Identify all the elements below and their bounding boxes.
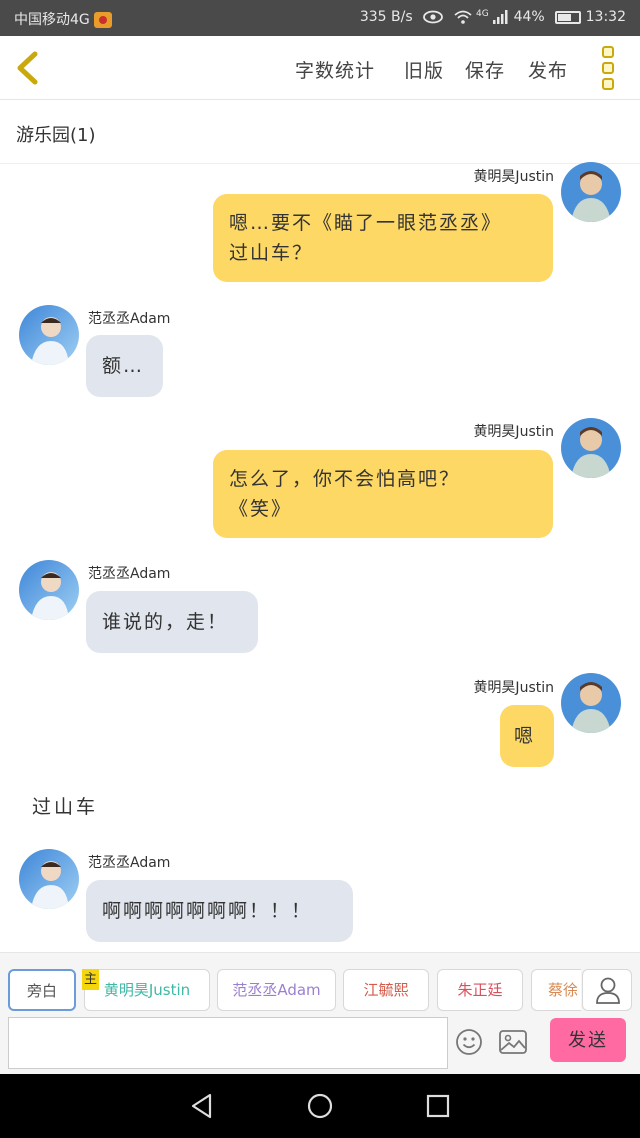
message-bubble: 嗯 — [500, 705, 554, 767]
group-title-bar[interactable]: 游乐园(1) — [0, 100, 640, 164]
nav-recents-icon[interactable] — [425, 1093, 451, 1119]
person-icon[interactable] — [582, 969, 632, 1011]
message-bubble: 额… — [86, 335, 163, 397]
app-header: 字数统计 旧版 保存 发布 — [0, 36, 640, 100]
message-bubble: 怎么了，你不会怕高吧？ 《笑》 — [213, 450, 553, 538]
sender-name: 黄明昊Justin — [473, 424, 554, 440]
role-chip-label: 黄明昊Justin — [103, 981, 191, 999]
message-line: 嗯…要不《瞄了一眼范丞丞》 — [229, 212, 503, 234]
role-chip-label: 旁白 — [26, 982, 57, 1000]
role-chip-jiang-yuxi[interactable]: 江毓熙 — [343, 969, 429, 1011]
sender-name: 范丞丞Adam — [88, 566, 171, 582]
network-speed: 335 B/s — [359, 9, 413, 25]
wifi-icon — [453, 10, 472, 24]
role-chip-cai-xu[interactable]: 蔡徐 — [531, 969, 581, 1011]
message-line: 谁说的，走！ — [102, 611, 229, 633]
message-line: 怎么了，你不会怕高吧？ — [229, 468, 461, 490]
status-left: 中国移动4G — [14, 9, 112, 29]
back-arrow-icon[interactable] — [8, 48, 48, 88]
eye-icon — [423, 10, 443, 24]
network-type: 4G — [476, 9, 489, 19]
sender-name: 范丞丞Adam — [88, 855, 171, 871]
message-bubble: 啊啊啊啊啊啊啊！！！ — [86, 880, 353, 942]
message-line: 《笑》 — [229, 498, 293, 520]
battery-percent: 44% — [513, 9, 545, 25]
message-bubble: 嗯…要不《瞄了一眼范丞丞》 过山车？ — [213, 194, 553, 282]
narration-text: 过山车 — [32, 796, 99, 818]
word-count-button[interactable]: 字数统计 — [295, 56, 375, 83]
role-chip-label: 江毓熙 — [363, 981, 409, 999]
battery-icon — [555, 10, 582, 24]
group-title: 游乐园(1) — [16, 125, 96, 146]
carrier-text: 中国移动4G — [14, 12, 90, 28]
weibo-icon — [93, 12, 112, 28]
role-chip-label: 蔡徐 — [548, 981, 579, 999]
message-input[interactable] — [8, 1017, 448, 1069]
image-icon[interactable] — [498, 1028, 528, 1056]
signal-icon — [493, 10, 508, 24]
sender-name: 黄明昊Justin — [473, 169, 554, 185]
publish-button[interactable]: 发布 — [528, 56, 568, 83]
message-line: 额… — [102, 355, 145, 377]
role-chip-huang-minghao[interactable]: 黄明昊Justin — [84, 969, 210, 1011]
message-line: 过山车？ — [229, 242, 314, 264]
more-menu-icon[interactable] — [596, 46, 622, 90]
emoji-icon[interactable] — [455, 1028, 483, 1056]
system-nav-bar — [0, 1074, 640, 1138]
main-role-tag: 主 — [82, 969, 99, 990]
message-bubble: 谁说的，走！ — [86, 591, 258, 653]
save-button[interactable]: 保存 — [465, 56, 505, 83]
avatar[interactable] — [561, 673, 621, 733]
role-chip-label: 朱正廷 — [457, 981, 503, 999]
message-line: 啊啊啊啊啊啊啊！！！ — [102, 900, 313, 922]
nav-back-icon[interactable] — [188, 1092, 216, 1120]
avatar[interactable] — [561, 418, 621, 478]
clock: 13:32 — [585, 9, 626, 25]
role-chip-narrator[interactable]: 旁白 — [8, 969, 76, 1011]
sender-name: 范丞丞Adam — [88, 311, 171, 327]
avatar[interactable] — [19, 560, 79, 620]
nav-home-icon[interactable] — [306, 1092, 334, 1120]
avatar[interactable] — [561, 162, 621, 222]
avatar[interactable] — [19, 849, 79, 909]
status-bar: 中国移动4G 335 B/s 4G 44% 13:32 — [0, 0, 640, 36]
role-chip-label: 范丞丞Adam — [232, 981, 321, 999]
role-chip-zhu-zhengting[interactable]: 朱正廷 — [437, 969, 523, 1011]
send-button[interactable]: 发送 — [550, 1018, 626, 1062]
avatar[interactable] — [19, 305, 79, 365]
old-version-button[interactable]: 旧版 — [404, 56, 444, 83]
role-chip-fan-chengcheng[interactable]: 范丞丞Adam — [217, 969, 336, 1011]
role-selector-bar: 旁白 黄明昊Justin 主 范丞丞Adam 江毓熙 朱正廷 蔡徐 发送 — [0, 952, 640, 1074]
sender-name: 黄明昊Justin — [473, 680, 554, 696]
message-line: 嗯 — [514, 725, 536, 747]
status-right: 335 B/s 4G 44% 13:32 — [360, 9, 626, 25]
